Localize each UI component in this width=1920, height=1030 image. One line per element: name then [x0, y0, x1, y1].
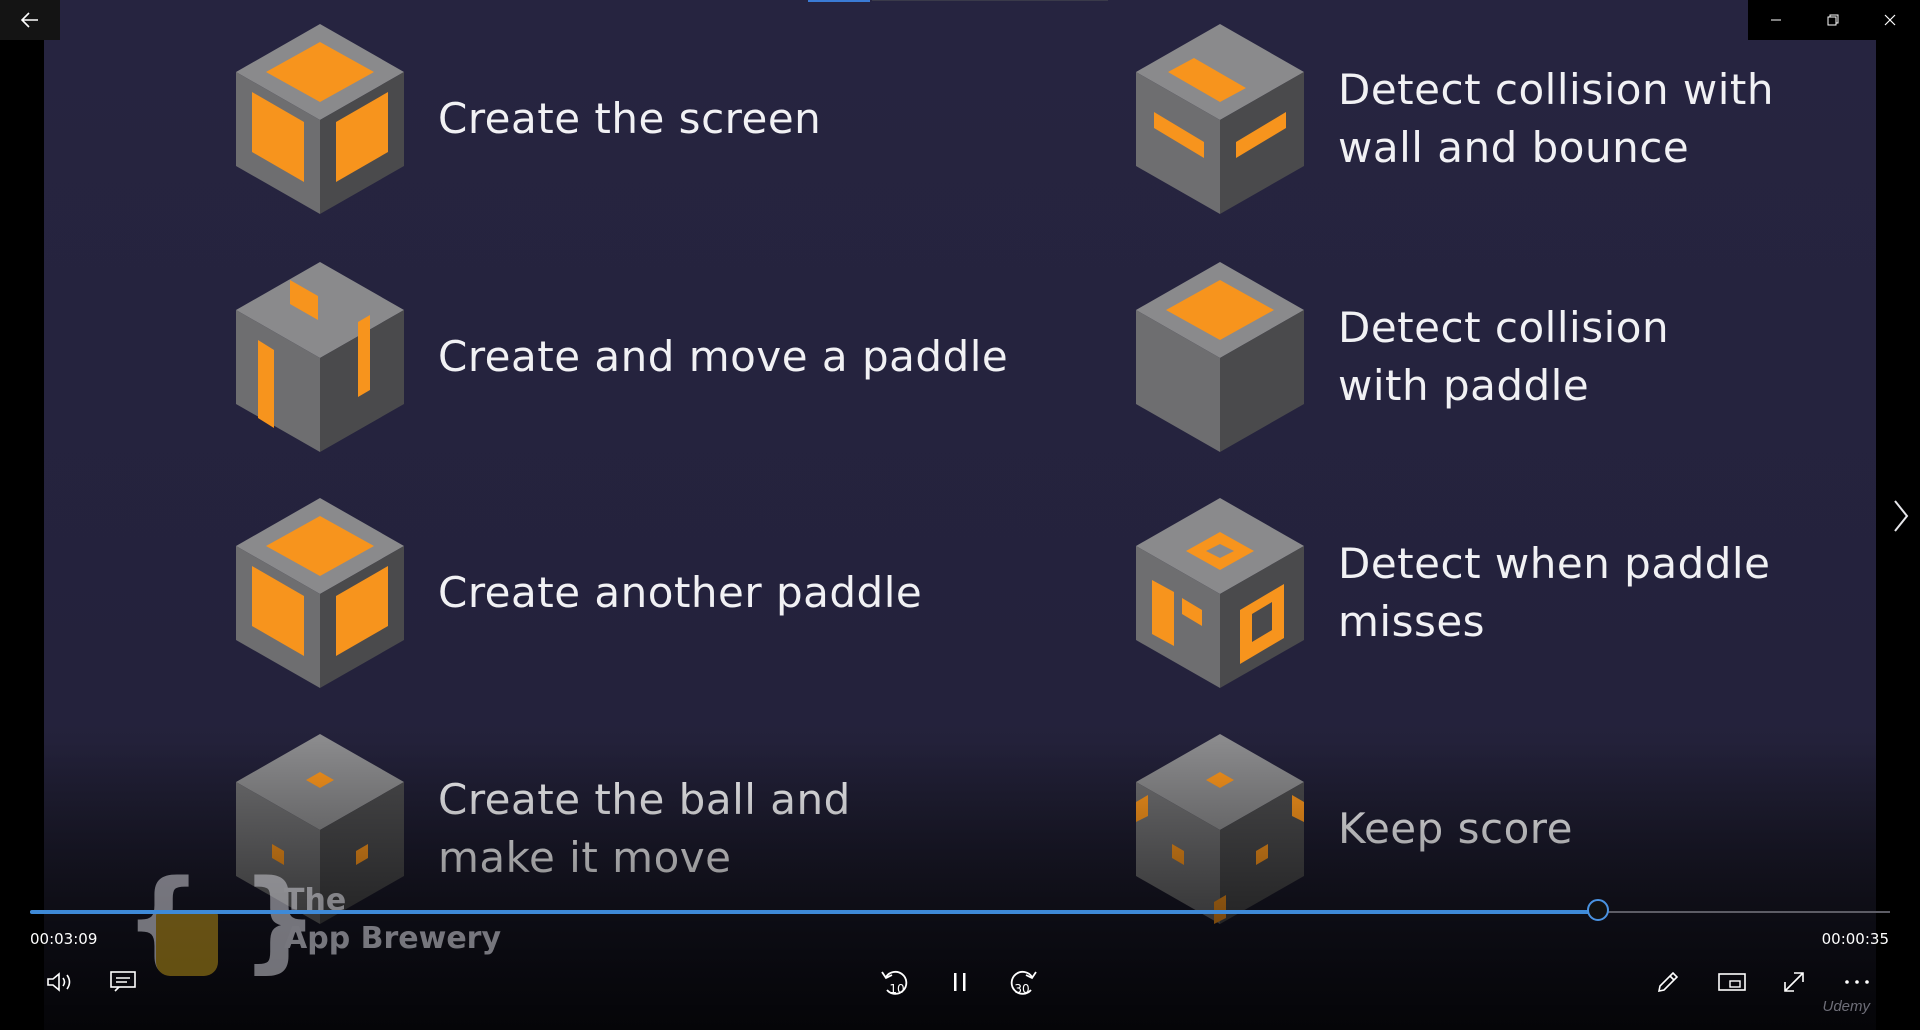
- chevron-right-icon: [1894, 500, 1909, 532]
- slide-item: Detect when paddle misses: [1134, 496, 1770, 690]
- back-arrow-icon: [21, 12, 38, 28]
- slide-item: Create another paddle: [234, 496, 922, 690]
- skip-forward-30-icon: 30: [1010, 970, 1037, 996]
- miniplayer-button[interactable]: [1709, 962, 1755, 1002]
- volume-icon: [47, 972, 71, 992]
- minimize-icon: [1771, 19, 1781, 21]
- cross-cube-icon: [1134, 22, 1306, 216]
- more-icon: [1845, 980, 1869, 984]
- volume-button[interactable]: [38, 962, 84, 1002]
- captions-icon: [110, 971, 136, 992]
- slide-item-label: Create and move a paddle: [438, 332, 1009, 381]
- fullscreen-button[interactable]: [1771, 962, 1817, 1002]
- spiral-cube-icon: [1134, 496, 1306, 690]
- paddle-cube-icon: [234, 260, 406, 454]
- fullscreen-icon: [1784, 972, 1804, 992]
- close-icon: [1884, 14, 1896, 26]
- miniplayer-icon: [1718, 973, 1746, 991]
- remaining-time: 00:00:35: [1821, 930, 1889, 948]
- skip-back-button[interactable]: 10: [872, 962, 918, 1002]
- top-indicator: [808, 0, 870, 2]
- hollow-cube-icon: [234, 22, 406, 216]
- close-button[interactable]: [1862, 0, 1918, 40]
- skip-back-10-icon: 10: [881, 970, 908, 996]
- pen-icon: [1657, 971, 1679, 993]
- restore-icon: [1827, 14, 1839, 26]
- video-frame: Create the screen Create and move a padd…: [44, 0, 1876, 1030]
- watermark-text: The App Brewery: [284, 883, 502, 956]
- window-controls: [1748, 0, 1920, 40]
- app-brewery-watermark: { } The App Brewery: [124, 856, 502, 984]
- slide-item: Detect collision with paddle: [1134, 260, 1669, 454]
- slide-item-label: Detect collision with paddle: [1338, 303, 1670, 410]
- seek-thumb[interactable]: [1587, 899, 1609, 921]
- split-cube-icon: [234, 496, 406, 690]
- skip-forward-button[interactable]: 30: [1000, 962, 1046, 1002]
- top-indicator-track: [872, 0, 1108, 1]
- slide-item-label: Detect when paddle misses: [1338, 539, 1771, 646]
- slide-item-label: Detect collision with wall and bounce: [1338, 65, 1775, 172]
- skip-forward-label: 30: [1014, 982, 1029, 996]
- udemy-logo: Udemy: [1822, 998, 1870, 1015]
- restore-button[interactable]: [1805, 0, 1861, 40]
- seek-progress: [30, 910, 1598, 914]
- slide-item: Detect collision with wall and bounce: [1134, 22, 1774, 216]
- slide-item-label: Create the screen: [438, 94, 822, 143]
- captions-button[interactable]: [100, 962, 146, 1002]
- slide-item: Create and move a paddle: [234, 260, 1008, 454]
- draw-button[interactable]: [1645, 962, 1691, 1002]
- back-button[interactable]: [0, 0, 60, 40]
- minimize-button[interactable]: [1748, 0, 1804, 40]
- more-button[interactable]: [1834, 962, 1880, 1002]
- pause-icon: [954, 973, 966, 991]
- video-player[interactable]: Create the screen Create and move a padd…: [0, 0, 1920, 1030]
- skip-back-label: 10: [889, 982, 904, 996]
- slide-item: Create the screen: [234, 22, 821, 216]
- slide-item-label: Create another paddle: [438, 568, 923, 617]
- next-button[interactable]: [1886, 494, 1916, 538]
- elapsed-time: 00:03:09: [30, 930, 98, 948]
- pause-button[interactable]: [937, 962, 983, 1002]
- open-cube-icon: [1134, 260, 1306, 454]
